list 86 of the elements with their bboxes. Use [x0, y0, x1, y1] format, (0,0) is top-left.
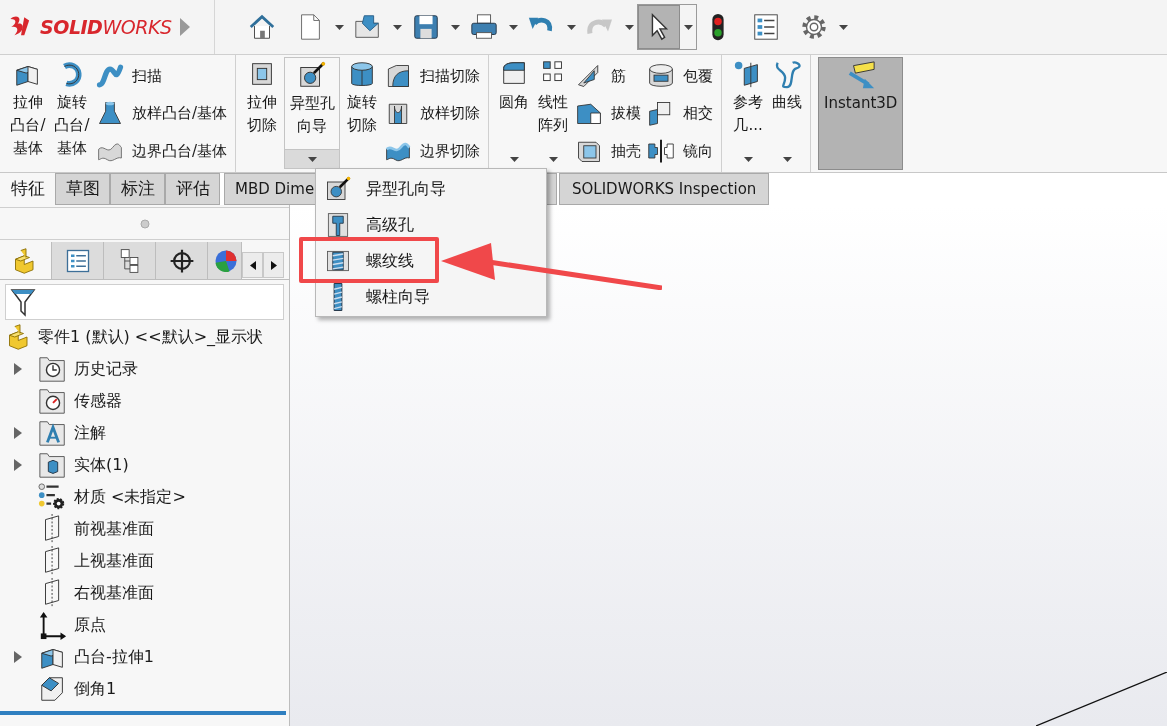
tree-item[interactable]: 传感器 [0, 385, 289, 417]
save-icon [411, 12, 441, 42]
tab[interactable]: 特征 [0, 173, 55, 205]
ribbon-button[interactable]: 抽壳 [575, 134, 642, 169]
ribbon-button[interactable]: 边界切除 [384, 134, 481, 169]
logo-text: SOLIDWORKS [40, 14, 172, 40]
menu-item[interactable]: 异型孔向导 [316, 171, 452, 206]
caret-icon [509, 157, 519, 162]
scroll-left-button[interactable] [242, 252, 263, 278]
ribbon-button[interactable]: 拉伸切除 [243, 57, 282, 170]
caret-icon [566, 24, 576, 30]
menu-item[interactable]: 高级孔 [316, 207, 420, 242]
tree-item[interactable]: 原点 [0, 609, 289, 641]
tree-item[interactable]: 注解 [0, 417, 289, 449]
ribbon-button[interactable]: 放样切除 [384, 96, 481, 131]
history-folder-icon [38, 354, 68, 384]
hole-wand-icon [324, 174, 352, 203]
panel-tab[interactable] [104, 242, 156, 279]
list-icon [751, 12, 781, 42]
tab[interactable]: 草图 [55, 173, 110, 205]
expand-icon [14, 363, 22, 375]
menu-item[interactable]: 螺纹线 [316, 243, 420, 278]
printer-icon [469, 12, 499, 42]
gauge-folder-icon [38, 386, 68, 416]
caret-icon [624, 24, 634, 30]
caret-icon [838, 24, 848, 30]
scroll-right-button[interactable] [263, 252, 284, 278]
tree-item[interactable]: 倒角1 [0, 673, 289, 705]
ribbon-button[interactable]: 包覆 [647, 58, 714, 93]
tab[interactable]: 评估 [165, 173, 220, 205]
ribbon-button[interactable]: 曲线 [769, 57, 806, 170]
home-icon [247, 12, 277, 42]
tab[interactable]: SOLIDWORKS Inspection [559, 173, 770, 205]
ribbon-button[interactable]: 拉伸凸台/基体 [7, 57, 49, 170]
tree-item[interactable]: 零件1 (默认) <<默认>_显示状 [0, 321, 289, 353]
left-arrow-icon [249, 260, 256, 270]
tree-item[interactable]: 历史记录 [0, 353, 289, 385]
ribbon-button[interactable]: 边界凸台/基体 [96, 134, 228, 169]
caret-icon [782, 157, 792, 162]
ribbon-button[interactable]: Instant3D [818, 57, 904, 170]
expand-icon [14, 651, 22, 663]
expand-icon [177, 16, 192, 38]
tab[interactable]: 标注 [110, 173, 165, 205]
expand-icon [14, 427, 22, 439]
menu-item[interactable]: 螺柱向导 [316, 279, 436, 314]
ribbon-button[interactable]: 旋转凸台/基体 [51, 57, 93, 170]
tree-item[interactable]: 材质 <未指定> [0, 481, 289, 513]
solid-folder-icon [38, 450, 68, 480]
caret-icon [334, 24, 344, 30]
origin-axes-icon [38, 610, 68, 640]
tree-item[interactable]: 右视基准面 [0, 577, 289, 609]
ribbon-button[interactable]: 筋 [575, 58, 642, 93]
tree-item[interactable]: 凸台-拉伸1 [0, 641, 289, 673]
expand-icon [14, 459, 22, 471]
settings-icon [799, 12, 829, 42]
ribbon-button[interactable]: 镜向 [647, 134, 714, 169]
filter-field[interactable] [5, 284, 284, 320]
hole-wand-icon [297, 60, 328, 90]
panel-tab[interactable] [52, 242, 104, 279]
panel-tab[interactable] [156, 242, 208, 279]
caret-icon [548, 157, 558, 162]
drum-icon [647, 61, 676, 90]
stud-icon [332, 282, 344, 311]
tree-item[interactable]: 前视基准面 [0, 513, 289, 545]
tree-item[interactable]: 实体(1) [0, 449, 289, 481]
caret-icon [743, 157, 753, 162]
handle-icon [139, 218, 150, 229]
ribbon-button[interactable]: 参考几... [729, 57, 768, 170]
select-button[interactable] [638, 5, 680, 49]
ribbon-button[interactable]: 相交 [647, 96, 714, 131]
tree-item[interactable]: 上视基准面 [0, 545, 289, 577]
right-arrow-icon [270, 260, 277, 270]
annotation-folder-icon [38, 418, 68, 448]
ribbon-button[interactable]: 扫描 [96, 58, 228, 93]
caret-icon [392, 24, 402, 30]
caret-icon [683, 24, 693, 30]
ribbon-button[interactable]: 放样凸台/基体 [96, 96, 228, 131]
ribbon-button[interactable]: 拔模 [575, 96, 642, 131]
caret-icon [450, 24, 460, 30]
ribbon-button[interactable]: 线性阵列 [534, 57, 573, 170]
caret-icon [307, 156, 317, 162]
ribbon-button[interactable]: 异型孔向导 [284, 57, 341, 149]
redo-icon [587, 17, 613, 37]
caret-icon [508, 24, 518, 30]
filter-icon [10, 287, 36, 317]
ribbon-button[interactable]: 扫描切除 [384, 58, 481, 93]
